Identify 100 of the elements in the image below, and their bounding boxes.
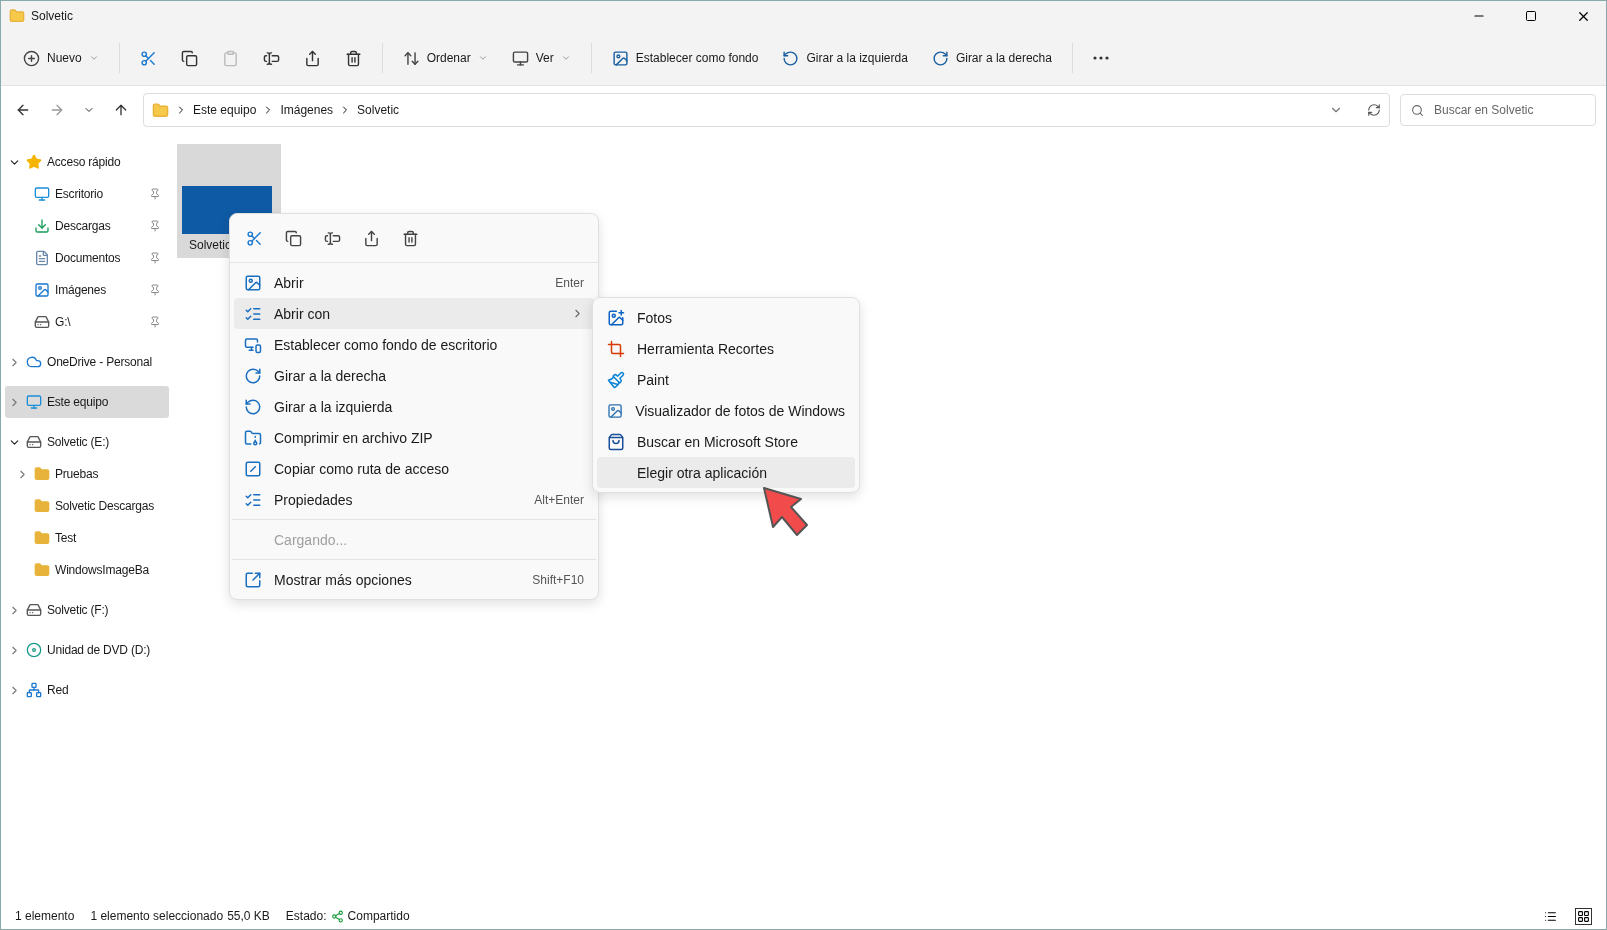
maximize-icon bbox=[1525, 10, 1537, 22]
sidebar-item[interactable]: G:\ bbox=[5, 306, 169, 338]
folder-icon bbox=[34, 562, 50, 578]
selection-size: 55,0 KB bbox=[227, 909, 270, 923]
state-value: Compartido bbox=[347, 909, 410, 923]
search-field[interactable]: Buscar en Solvetic bbox=[1432, 102, 1576, 118]
breadcrumb-item[interactable]: Este equipo bbox=[193, 103, 257, 117]
menu-item[interactable]: Girar a la izquierda bbox=[234, 391, 594, 422]
bag-icon bbox=[607, 432, 625, 451]
address-bar[interactable]: Este equipo Imágenes Solvetic bbox=[143, 93, 1390, 127]
scissors-icon bbox=[139, 49, 157, 67]
share-icon bbox=[303, 49, 321, 67]
rotate-right-icon bbox=[244, 366, 262, 385]
zip-folder-icon bbox=[244, 428, 262, 447]
sidebar-item[interactable]: Escritorio bbox=[5, 178, 169, 210]
sidebar-item[interactable]: Imágenes bbox=[5, 274, 169, 306]
toolbar-menu-button[interactable]: Ver bbox=[501, 41, 581, 75]
window-title: Solvetic bbox=[31, 9, 75, 23]
folder-icon bbox=[152, 101, 169, 119]
menu-item[interactable]: Visualizador de fotos de Windows bbox=[597, 395, 855, 426]
share-icon bbox=[363, 229, 380, 247]
arrow-right-icon bbox=[49, 102, 65, 118]
sidebar-item[interactable]: Descargas bbox=[5, 210, 169, 242]
folder-icon bbox=[9, 8, 25, 24]
copy-icon bbox=[285, 229, 302, 247]
sidebar-item[interactable]: WindowsImageBa bbox=[5, 554, 169, 586]
menu-item[interactable]: Buscar en Microsoft Store bbox=[597, 426, 855, 457]
file-name: Solvetic bbox=[188, 238, 232, 252]
download-icon bbox=[34, 218, 50, 234]
cloud-icon bbox=[26, 354, 42, 370]
toolbar-button[interactable]: Establecer como fondo bbox=[601, 41, 769, 75]
clipboard-icon bbox=[221, 49, 239, 67]
chevron-down-icon bbox=[477, 53, 488, 63]
monitor-icon bbox=[511, 49, 529, 67]
menu-item[interactable]: Propiedades Alt+Enter bbox=[234, 484, 594, 515]
network-icon bbox=[26, 682, 42, 698]
chevron-down-icon bbox=[560, 53, 571, 63]
toolbar-button[interactable]: Girar a la derecha bbox=[921, 41, 1062, 75]
sidebar-item[interactable]: Unidad de DVD (D:) bbox=[5, 634, 169, 666]
sidebar-item[interactable]: Acceso rápido bbox=[5, 146, 169, 178]
computer-icon bbox=[26, 394, 42, 410]
paintbrush-icon bbox=[607, 370, 625, 389]
menu-item[interactable]: Fotos bbox=[597, 302, 855, 333]
sidebar-item[interactable]: Red bbox=[5, 674, 169, 706]
toolbar-menu-button[interactable]: Ordenar bbox=[392, 41, 498, 75]
menu-item[interactable]: Establecer como fondo de escritorio bbox=[234, 329, 594, 360]
picture-icon bbox=[607, 401, 624, 420]
sidebar-item[interactable]: Documentos bbox=[5, 242, 169, 274]
refresh-icon[interactable] bbox=[1367, 103, 1381, 117]
menu-item[interactable]: Mostrar más opciones Shift+F10 bbox=[234, 564, 594, 595]
menu-item[interactable]: Comprimir en archivo ZIP bbox=[234, 422, 594, 453]
rename-icon bbox=[324, 229, 341, 247]
menu-item[interactable]: Abrir con bbox=[234, 298, 594, 329]
sidebar-item[interactable]: Solvetic (F:) bbox=[5, 594, 169, 626]
chevron-down-icon bbox=[88, 53, 99, 63]
picture-icon bbox=[34, 282, 50, 298]
folder-icon bbox=[34, 498, 50, 514]
tiles-view-button[interactable] bbox=[1575, 907, 1592, 925]
folder-icon bbox=[34, 530, 50, 546]
scissors-icon bbox=[246, 229, 263, 247]
sidebar-item[interactable]: Pruebas bbox=[5, 458, 169, 490]
trash-icon bbox=[344, 49, 362, 67]
loading-text: Cargando... bbox=[273, 530, 349, 550]
sidebar-item[interactable]: OneDrive - Personal bbox=[5, 346, 169, 378]
sidebar-item[interactable]: Solvetic Descargas bbox=[5, 490, 169, 522]
document-icon bbox=[34, 250, 50, 266]
disc-icon bbox=[26, 642, 42, 658]
breadcrumb-item[interactable]: Imágenes bbox=[280, 103, 334, 117]
breadcrumb-item[interactable]: Solvetic bbox=[357, 103, 400, 117]
menu-item[interactable]: Elegir otra aplicación bbox=[597, 457, 855, 488]
star-icon bbox=[26, 154, 42, 170]
image-icon bbox=[611, 49, 629, 67]
menu-item[interactable]: Copiar como ruta de acceso bbox=[234, 453, 594, 484]
rotate-right-icon bbox=[931, 49, 949, 67]
rotate-left-icon bbox=[782, 49, 800, 67]
drive-icon bbox=[26, 602, 42, 618]
image-icon bbox=[244, 273, 262, 292]
sidebar-item[interactable]: Solvetic (E:) bbox=[5, 426, 169, 458]
item-count: 1 elemento bbox=[15, 909, 75, 923]
drive-icon bbox=[34, 314, 50, 330]
folder-icon bbox=[34, 466, 50, 482]
menu-item[interactable]: Paint bbox=[597, 364, 855, 395]
search-box[interactable]: Buscar en Solvetic bbox=[1400, 94, 1596, 126]
crop-icon bbox=[607, 339, 625, 358]
grid-icon bbox=[1577, 909, 1590, 923]
sort-icon bbox=[402, 49, 420, 67]
menu-item[interactable]: Abrir Enter bbox=[234, 267, 594, 298]
drive-icon bbox=[26, 434, 42, 450]
expand-icon bbox=[244, 570, 262, 589]
share-icon bbox=[330, 909, 344, 923]
toolbar-button[interactable]: Girar a la izquierda bbox=[772, 41, 918, 75]
menu-item[interactable]: Girar a la derecha bbox=[234, 360, 594, 391]
more-icon bbox=[1092, 56, 1109, 60]
list-icon bbox=[1544, 909, 1557, 923]
sidebar-item[interactable]: Test bbox=[5, 522, 169, 554]
desktop-icon bbox=[34, 186, 50, 202]
sidebar-item[interactable]: Este equipo bbox=[5, 386, 169, 418]
menu-item[interactable]: Herramienta Recortes bbox=[597, 333, 855, 364]
toolbar-menu-button[interactable]: Nuevo bbox=[13, 41, 109, 75]
rotate-left-icon bbox=[244, 397, 262, 416]
